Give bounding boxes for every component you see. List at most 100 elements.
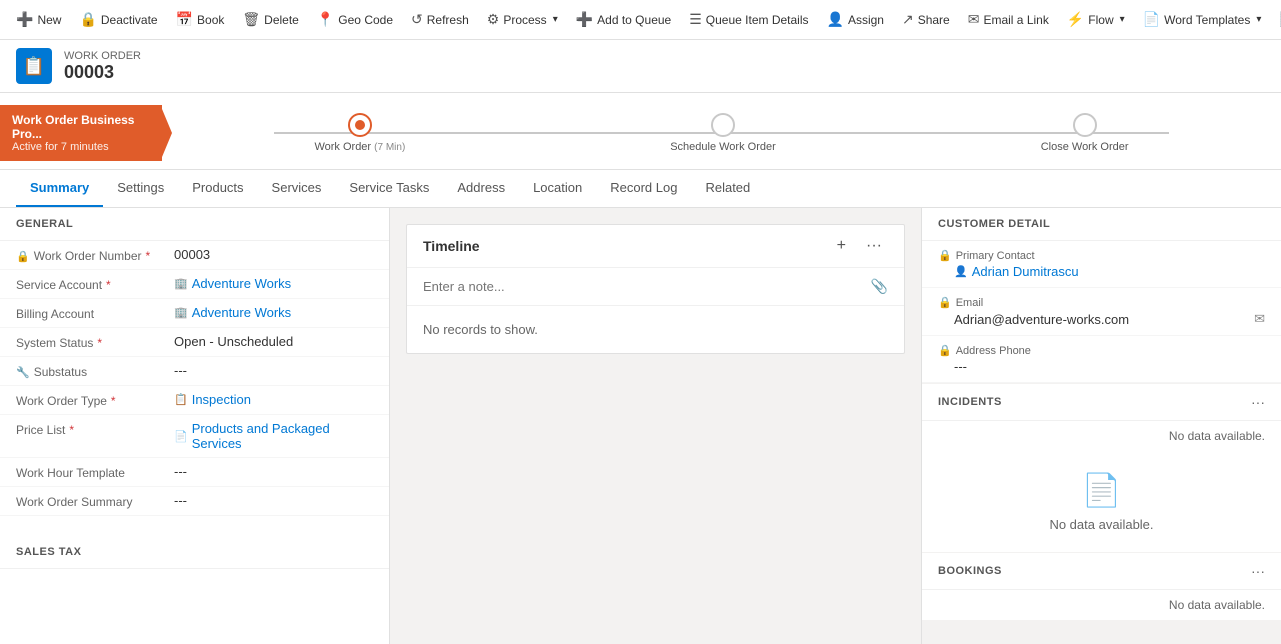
field-work-order-number: 🔒 Work Order Number * 00003 bbox=[0, 241, 389, 270]
tab-settings[interactable]: Settings bbox=[103, 170, 178, 207]
price-list-icon: 📄 bbox=[174, 430, 188, 443]
field-service-account: Service Account * 🏢 Adventure Works bbox=[0, 270, 389, 299]
tab-record-log[interactable]: Record Log bbox=[596, 170, 691, 207]
address-phone-field: 🔒 Address Phone --- bbox=[922, 336, 1281, 383]
field-value-price-list: 📄 Products and Packaged Services bbox=[174, 421, 373, 451]
no-records-text: No records to show. bbox=[407, 306, 904, 353]
billing-account-icon: 🏢 bbox=[174, 306, 188, 319]
incidents-header: INCIDENTS ··· bbox=[922, 384, 1281, 421]
book-icon: 📅 bbox=[176, 11, 193, 28]
refresh-button[interactable]: ↺ Refresh bbox=[403, 7, 477, 32]
timeline-input-row: 📎 bbox=[407, 268, 904, 306]
add-to-queue-button[interactable]: ➕ Add to Queue bbox=[568, 7, 680, 32]
field-value-system-status: Open - Unscheduled bbox=[174, 334, 373, 349]
email-value: Adrian@adventure-works.com ✉ bbox=[938, 311, 1265, 327]
assign-icon: 👤 bbox=[827, 11, 844, 28]
field-label-system-status: System Status * bbox=[16, 334, 166, 350]
field-value-substatus: --- bbox=[174, 363, 373, 378]
timeline-note-input[interactable] bbox=[423, 279, 863, 294]
price-list-link[interactable]: 📄 Products and Packaged Services bbox=[174, 421, 373, 451]
general-section-header: GENERAL bbox=[0, 208, 389, 241]
field-label-work-order-number: 🔒 Work Order Number * bbox=[16, 247, 166, 263]
deactivate-button[interactable]: 🔒 Deactivate bbox=[71, 7, 165, 32]
field-value-billing-account: 🏢 Adventure Works bbox=[174, 305, 373, 320]
bookings-more-button[interactable]: ··· bbox=[1251, 563, 1265, 579]
tab-location[interactable]: Location bbox=[519, 170, 596, 207]
process-icon: ⚙ bbox=[487, 11, 500, 28]
spacer bbox=[0, 516, 389, 536]
step-label-2: Schedule Work Order bbox=[670, 141, 776, 153]
flow-icon: ⚡ bbox=[1067, 11, 1084, 28]
process-steps: Work Order (7 Min) Schedule Work Order C… bbox=[162, 113, 1281, 153]
contact-lock-icon: 🔒 bbox=[938, 249, 952, 262]
process-title: Work Order Business Pro... bbox=[12, 113, 150, 141]
process-step-1[interactable]: Work Order (7 Min) bbox=[314, 113, 405, 153]
run-report-button[interactable]: 📊 Run Report bbox=[1271, 7, 1281, 32]
field-label-service-account: Service Account * bbox=[16, 276, 166, 292]
field-value-work-hour-template: --- bbox=[174, 464, 373, 479]
incidents-no-data-text: No data available. bbox=[938, 517, 1265, 532]
share-icon: ↗ bbox=[902, 11, 914, 28]
tab-summary[interactable]: Summary bbox=[16, 170, 103, 207]
toolbar: ➕ New 🔒 Deactivate 📅 Book 🗑 Delete 📍 Geo… bbox=[0, 0, 1281, 40]
field-price-list: Price List * 📄 Products and Packaged Ser… bbox=[0, 415, 389, 458]
process-button[interactable]: ⚙ Process bbox=[479, 7, 566, 32]
entity-number: 00003 bbox=[64, 62, 141, 83]
field-substatus: 🔧 Substatus --- bbox=[0, 357, 389, 386]
book-button[interactable]: 📅 Book bbox=[168, 7, 233, 32]
geocode-button[interactable]: 📍 Geo Code bbox=[309, 7, 401, 32]
field-label-billing-account: Billing Account bbox=[16, 305, 166, 321]
timeline-more-button[interactable]: ··· bbox=[860, 235, 888, 257]
timeline-header: Timeline + ··· bbox=[407, 225, 904, 268]
process-step-2[interactable]: Schedule Work Order bbox=[670, 113, 776, 153]
assign-button[interactable]: 👤 Assign bbox=[819, 7, 892, 32]
work-order-type-link[interactable]: 📋 Inspection bbox=[174, 392, 373, 407]
word-icon: 📄 bbox=[1143, 11, 1160, 28]
share-button[interactable]: ↗ Share bbox=[894, 7, 958, 32]
field-work-hour-template: Work Hour Template --- bbox=[0, 458, 389, 487]
email-send-icon[interactable]: ✉ bbox=[1254, 311, 1265, 327]
tab-products[interactable]: Products bbox=[178, 170, 257, 207]
email-field: 🔒 Email Adrian@adventure-works.com ✉ bbox=[922, 288, 1281, 336]
process-subtitle: Active for 7 minutes bbox=[12, 141, 150, 153]
tabs: Summary Settings Products Services Servi… bbox=[0, 170, 1281, 208]
timeline-add-button[interactable]: + bbox=[831, 235, 852, 257]
incidents-more-button[interactable]: ··· bbox=[1251, 394, 1265, 410]
process-step-3[interactable]: Close Work Order bbox=[1041, 113, 1129, 153]
tab-address[interactable]: Address bbox=[443, 170, 519, 207]
tab-services[interactable]: Services bbox=[258, 170, 336, 207]
deactivate-icon: 🔒 bbox=[79, 11, 96, 28]
word-templates-button[interactable]: 📄 Word Templates bbox=[1135, 7, 1270, 32]
entity-label: WORK ORDER bbox=[64, 50, 141, 62]
field-work-order-type: Work Order Type * 📋 Inspection bbox=[0, 386, 389, 415]
tab-service-tasks[interactable]: Service Tasks bbox=[335, 170, 443, 207]
incidents-no-data-right: No data available. bbox=[922, 421, 1281, 451]
main-content: GENERAL 🔒 Work Order Number * 00003 Serv… bbox=[0, 208, 1281, 644]
flow-button[interactable]: ⚡ Flow bbox=[1059, 7, 1133, 32]
email-a-link-button[interactable]: ✉ Email a Link bbox=[960, 7, 1057, 32]
delete-button[interactable]: 🗑 Delete bbox=[234, 7, 306, 32]
timeline-title: Timeline bbox=[423, 238, 480, 254]
email-lock-icon: 🔒 bbox=[938, 296, 952, 309]
primary-contact-value: 👤 Adrian Dumitrascu bbox=[938, 264, 1265, 279]
incidents-no-data-icon: 📄 bbox=[938, 471, 1265, 509]
field-label-work-hour-template: Work Hour Template bbox=[16, 464, 166, 480]
email-label: 🔒 Email bbox=[938, 296, 1265, 309]
field-label-price-list: Price List * bbox=[16, 421, 166, 437]
queue-item-details-button[interactable]: ☰ Queue Item Details bbox=[681, 7, 816, 32]
geocode-icon: 📍 bbox=[317, 11, 334, 28]
field-system-status: System Status * Open - Unscheduled bbox=[0, 328, 389, 357]
field-value-work-order-summary: --- bbox=[174, 493, 373, 508]
new-button[interactable]: ➕ New bbox=[8, 7, 69, 32]
delete-icon: 🗑 bbox=[242, 11, 260, 28]
primary-contact-link[interactable]: 👤 Adrian Dumitrascu bbox=[954, 264, 1265, 279]
service-account-link[interactable]: 🏢 Adventure Works bbox=[174, 276, 373, 291]
process-sidebar[interactable]: Work Order Business Pro... Active for 7 … bbox=[0, 105, 162, 161]
field-label-work-order-type: Work Order Type * bbox=[16, 392, 166, 408]
billing-account-link[interactable]: 🏢 Adventure Works bbox=[174, 305, 373, 320]
timeline-card: Timeline + ··· 📎 No records to show. bbox=[406, 224, 905, 354]
entity-info: WORK ORDER 00003 bbox=[64, 50, 141, 83]
entity-icon: 📋 bbox=[16, 48, 52, 84]
address-phone-value: --- bbox=[938, 359, 1265, 374]
tab-related[interactable]: Related bbox=[691, 170, 764, 207]
